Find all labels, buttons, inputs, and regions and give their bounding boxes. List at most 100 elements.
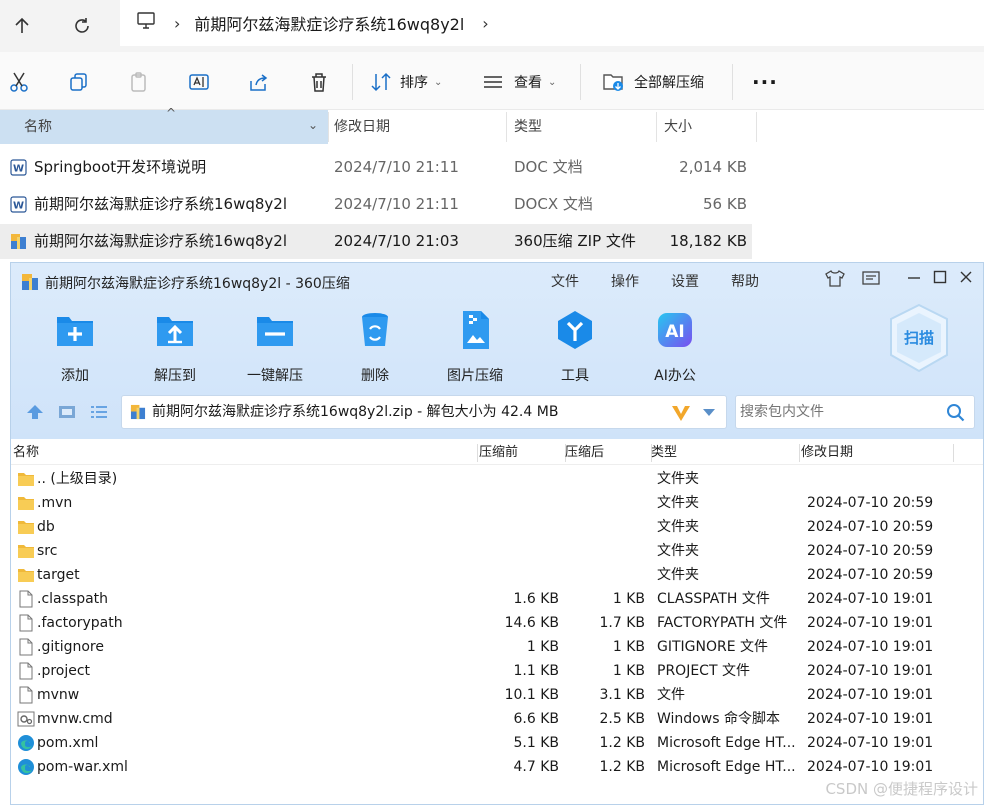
delete-trash-icon[interactable] <box>308 70 330 94</box>
menu-operate[interactable]: 操作 <box>611 271 639 291</box>
column-after[interactable]: 压缩后 <box>565 441 604 465</box>
menu-settings[interactable]: 设置 <box>671 271 699 291</box>
file-modified: 2024/7/10 21:11 <box>334 158 459 176</box>
rename-icon[interactable] <box>188 70 210 94</box>
refresh-icon[interactable] <box>66 10 98 42</box>
divider <box>756 112 757 142</box>
delete-button[interactable]: 删除 <box>335 309 415 385</box>
zip-list-row[interactable]: .factorypath 14.6 KB 1.7 KB FACTORYPATH 文件 2… <box>11 611 983 635</box>
search-input[interactable] <box>736 396 936 428</box>
column-type[interactable]: 类型 <box>504 110 654 144</box>
skin-shirt-icon[interactable] <box>825 269 845 291</box>
image-compress-icon <box>463 311 489 349</box>
file-row[interactable]: W Springboot开发环境说明 2024/7/10 21:11 DOC 文… <box>0 150 752 185</box>
view-button[interactable]: 查看 ⌄ <box>482 70 556 94</box>
close-icon[interactable] <box>959 269 973 289</box>
row-name: .factorypath <box>37 615 123 631</box>
row-modified: 2024-07-10 19:01 <box>807 663 934 679</box>
row-modified: 2024-07-10 19:01 <box>807 735 934 751</box>
scan-button[interactable]: 扫描 <box>887 303 951 373</box>
delete-icon <box>362 313 388 346</box>
view-label: 查看 <box>514 75 542 91</box>
one-click-extract-button[interactable]: 一键解压 <box>235 309 315 385</box>
minimize-icon[interactable] <box>907 269 921 289</box>
divider <box>477 444 478 462</box>
row-size-before: 4.7 KB <box>513 759 560 775</box>
zip-list-row[interactable]: mvnw 10.1 KB 3.1 KB 文件 2024-07-10 19:01 <box>11 683 983 707</box>
row-name: mvnw <box>37 687 80 703</box>
column-before[interactable]: 压缩前 <box>479 441 518 465</box>
column-size[interactable]: 大小 <box>654 110 754 144</box>
address-bar[interactable]: › 前期阿尔兹海默症诊疗系统16wq8y2l › <box>120 0 984 46</box>
one-click-extract-label: 一键解压 <box>247 368 303 384</box>
share-icon[interactable] <box>248 70 270 94</box>
file-icon <box>17 614 35 632</box>
file-size: 2,014 KB <box>679 158 747 176</box>
zip-list-row[interactable]: db 文件夹 2024-07-10 20:59 <box>11 515 983 539</box>
zip-list-row[interactable]: mvnw.cmd 6.6 KB 2.5 KB Windows 命令脚本 2024-07-… <box>11 707 983 731</box>
maximize-icon[interactable] <box>933 269 947 289</box>
breadcrumb-chevron-icon[interactable]: › <box>482 14 488 33</box>
up-arrow-icon[interactable] <box>6 10 38 42</box>
zip-list-row[interactable]: pom.xml 5.1 KB 1.2 KB Microsoft Edge HT... 2… <box>11 731 983 755</box>
column-type[interactable]: 类型 <box>651 441 677 465</box>
breadcrumb-folder[interactable]: 前期阿尔兹海默症诊疗系统16wq8y2l <box>194 11 464 35</box>
menu-help[interactable]: 帮助 <box>731 271 759 291</box>
view-icon <box>484 76 502 88</box>
feedback-icon[interactable] <box>861 269 881 291</box>
row-type: 文件夹 <box>657 471 699 487</box>
zip-list-row[interactable]: .project 1.1 KB 1 KB PROJECT 文件 2024-07-10 1… <box>11 659 983 683</box>
search-icon[interactable] <box>946 403 966 423</box>
extract-to-label: 解压到 <box>154 368 196 384</box>
more-options-icon[interactable]: ··· <box>752 70 778 94</box>
column-name[interactable]: 名称 <box>13 441 39 465</box>
this-pc-icon[interactable] <box>136 12 156 34</box>
zip-path-bar[interactable]: 前期阿尔兹海默症诊疗系统16wq8y2l.zip - 解包大小为 42.4 MB <box>121 395 727 429</box>
menu-file[interactable]: 文件 <box>551 271 579 291</box>
row-modified: 2024-07-10 20:59 <box>807 543 934 559</box>
tools-button[interactable]: 工具 <box>535 309 615 385</box>
row-type: 文件夹 <box>657 519 699 535</box>
row-modified: 2024-07-10 20:59 <box>807 519 934 535</box>
extract-all-button[interactable]: 全部解压缩 <box>602 70 704 94</box>
up-level-icon[interactable] <box>25 403 45 421</box>
chevron-down-icon[interactable] <box>702 408 716 418</box>
thumbnail-view-icon[interactable] <box>57 403 77 421</box>
column-modified[interactable]: 修改日期 <box>324 110 504 144</box>
row-type: PROJECT 文件 <box>657 663 750 679</box>
breadcrumb-chevron-icon[interactable]: › <box>174 14 180 33</box>
extract-to-button[interactable]: 解压到 <box>135 309 215 385</box>
row-type: Windows 命令脚本 <box>657 711 780 727</box>
row-type: 文件夹 <box>657 567 699 583</box>
check-v-icon[interactable] <box>670 402 692 424</box>
file-row[interactable]: W 前期阿尔兹海默症诊疗系统16wq8y2l 2024/7/10 21:11 D… <box>0 187 752 222</box>
chevron-down-icon[interactable]: ⌄ <box>308 118 318 132</box>
zip-list-row[interactable]: .. (上级目录) 文件夹 <box>11 467 983 491</box>
zip-list-row[interactable]: target 文件夹 2024-07-10 20:59 <box>11 563 983 587</box>
image-compress-button[interactable]: 图片压缩 <box>435 309 515 385</box>
file-row-selected[interactable]: 前期阿尔兹海默症诊疗系统16wq8y2l 2024/7/10 21:03 360… <box>0 224 752 259</box>
cmd-script-icon <box>17 710 35 728</box>
row-name: .. (上级目录) <box>37 471 118 487</box>
cut-icon[interactable] <box>8 70 30 94</box>
zip-list-row[interactable]: .mvn 文件夹 2024-07-10 20:59 <box>11 491 983 515</box>
row-modified: 2024-07-10 19:01 <box>807 759 934 775</box>
row-name: .project <box>37 663 91 679</box>
sort-up-caret-icon: ^ <box>166 106 177 120</box>
chevron-down-icon: ⌄ <box>434 76 443 88</box>
file-modified: 2024/7/10 21:11 <box>334 195 459 213</box>
row-size-after: 3.1 KB <box>599 687 646 703</box>
ai-office-button[interactable]: AI AI办公 <box>635 309 715 385</box>
zip-search-box[interactable] <box>735 395 975 429</box>
sort-button[interactable]: 排序 ⌄ <box>370 70 442 94</box>
zip-list-row[interactable]: pom-war.xml 4.7 KB 1.2 KB Microsoft Edge HT… <box>11 755 983 779</box>
list-view-icon[interactable] <box>89 403 109 421</box>
zip-list-row[interactable]: .gitignore 1 KB 1 KB GITIGNORE 文件 2024-07-10… <box>11 635 983 659</box>
add-button[interactable]: 添加 <box>35 309 115 385</box>
sort-label: 排序 <box>400 75 428 91</box>
column-modified[interactable]: 修改日期 <box>801 441 853 465</box>
zip-list-row[interactable]: src 文件夹 2024-07-10 20:59 <box>11 539 983 563</box>
zip-list-row[interactable]: .classpath 1.6 KB 1 KB CLASSPATH 文件 2024-07-… <box>11 587 983 611</box>
column-name[interactable]: 名称 <box>0 110 328 144</box>
copy-icon[interactable] <box>68 70 90 94</box>
